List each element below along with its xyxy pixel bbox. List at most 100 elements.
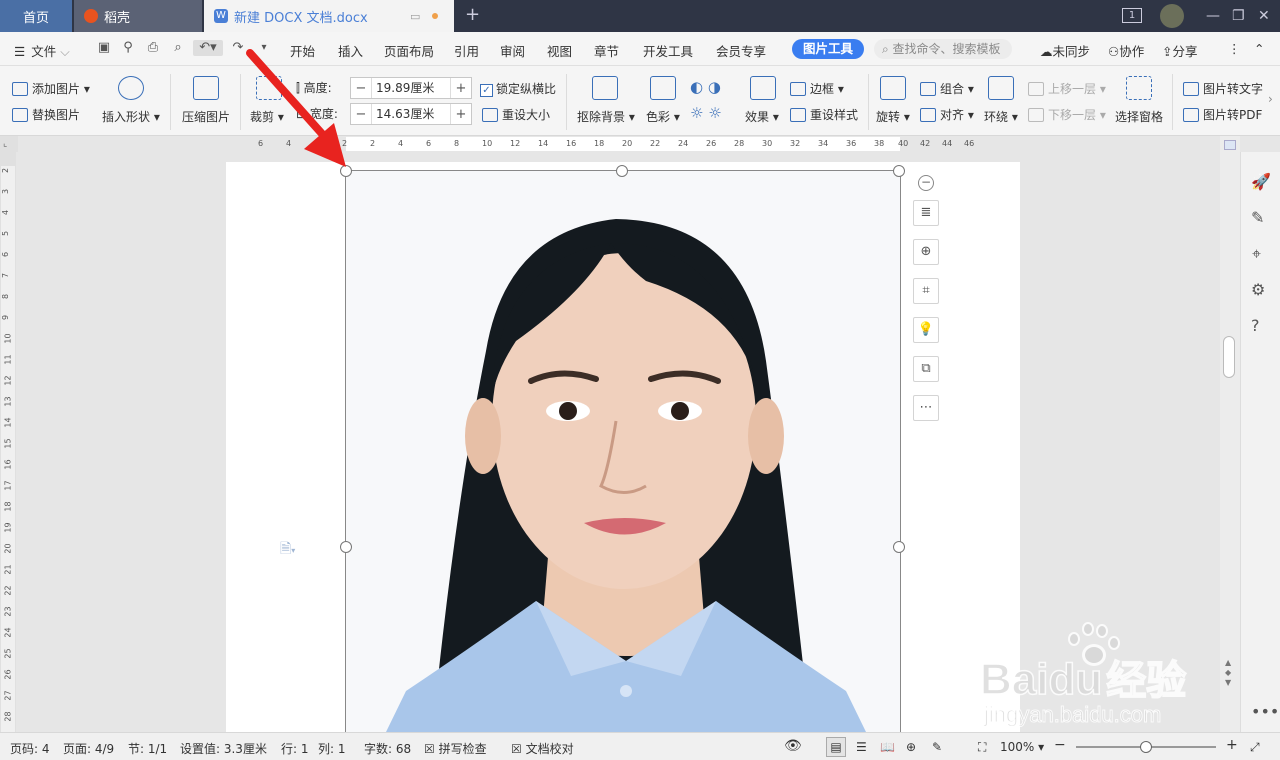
resize-handle-left[interactable] (340, 541, 352, 553)
menu-chapter[interactable]: 章节 (594, 41, 619, 60)
menu-member[interactable]: 会员专享 (716, 41, 766, 60)
tab-document[interactable]: W 新建 DOCX 文档.docx ▭ (204, 0, 454, 32)
paragraph-layout-icon[interactable]: 🗎▾ (280, 538, 295, 562)
reset-size-button[interactable]: 重设大小 (482, 106, 550, 123)
fullscreen-icon[interactable]: ⤢ (1250, 740, 1260, 755)
page-view-icon[interactable]: ▤ (826, 737, 846, 757)
scroll-thumb[interactable] (1223, 336, 1235, 378)
bring-forward-button[interactable]: 上移一层 ▾ (1028, 80, 1106, 97)
settings-sliders-icon[interactable]: ⚙ (1251, 280, 1265, 299)
width-plus-button[interactable]: + (451, 107, 471, 122)
cursor-icon[interactable]: ⌖ (1252, 244, 1261, 264)
outline-view-icon[interactable]: ☰ (856, 740, 867, 754)
search-input[interactable]: ⌕ 查找命令、搜索模板 (874, 39, 1012, 59)
convert-picture-icon[interactable]: ⧉ (913, 356, 939, 382)
print-icon[interactable]: ⎙ (145, 40, 161, 56)
remove-bg-button[interactable]: 抠除背景 ▾ (577, 108, 635, 125)
proofread-button[interactable]: ☒ 文档校对 (511, 740, 574, 757)
write-view-icon[interactable]: ✎ (932, 740, 942, 754)
pen-icon[interactable]: ✎ (1251, 208, 1264, 227)
resize-handle-right[interactable] (893, 541, 905, 553)
share-button[interactable]: ⇪分享 (1162, 41, 1198, 60)
restore-icon[interactable]: ❐ (1232, 8, 1245, 24)
web-view-icon[interactable]: ⊕ (906, 740, 916, 754)
menu-view[interactable]: 视图 (547, 41, 572, 60)
collapse-toolbar-icon[interactable]: − (918, 175, 934, 191)
sync-button[interactable]: ☁未同步 (1040, 41, 1090, 60)
minimize-icon[interactable]: — (1206, 8, 1220, 24)
resize-handle-top-right[interactable] (893, 165, 905, 177)
send-backward-button[interactable]: 下移一层 ▾ (1028, 106, 1106, 123)
print-preview-icon[interactable]: ⌕ (170, 40, 186, 56)
ribbon-scroll-right-icon[interactable]: › (1268, 92, 1273, 106)
lock-ratio-checkbox[interactable]: ✓ 锁定纵横比 (480, 80, 556, 97)
status-setting[interactable]: 设置值: 3.3厘米 (180, 740, 267, 757)
close-icon[interactable]: ✕ (1258, 8, 1270, 24)
new-tab-icon[interactable]: + (465, 4, 480, 25)
vertical-ruler[interactable]: 2 3 4 5 6 7 8 9 10 11 12 13 14 15 16 17 18 19 20 21 22 23 24 25… (0, 152, 16, 732)
wrap-button[interactable]: 环绕 ▾ (984, 108, 1018, 125)
height-plus-button[interactable]: + (451, 81, 471, 96)
insert-shape-button[interactable]: 插入形状 ▾ (102, 108, 160, 125)
save-icon[interactable]: ▣ (96, 40, 112, 56)
status-row[interactable]: 行: 1 (281, 740, 309, 757)
border-button[interactable]: 边框 ▾ (790, 80, 844, 97)
zoom-out-icon[interactable]: − (1054, 737, 1066, 753)
color-button[interactable]: 色彩 ▾ (646, 108, 680, 125)
layout-options-icon[interactable]: ≣ (913, 200, 939, 226)
zoom-dropdown[interactable]: 100% ▾ (1000, 740, 1044, 754)
resize-handle-top[interactable] (616, 165, 628, 177)
undo-icon[interactable]: ↶▾ (193, 40, 223, 56)
collapse-ribbon-icon[interactable]: ⌃ (1254, 41, 1264, 56)
status-page-code[interactable]: 页码: 4 (10, 740, 50, 757)
effects-button[interactable]: 效果 ▾ (745, 108, 779, 125)
zoom-in-icon[interactable]: + (1226, 737, 1238, 753)
fit-page-icon[interactable]: ⛶ (978, 740, 986, 755)
tab-picture-tools[interactable]: 图片工具 (792, 39, 864, 59)
more-options-icon[interactable]: ⋯ (913, 395, 939, 421)
menu-references[interactable]: 引用 (454, 41, 479, 60)
more-vertical-icon[interactable]: ⋮ (1228, 41, 1241, 56)
brightness-up-icon[interactable]: ◐ ◑ (690, 78, 721, 96)
eye-protection-icon[interactable]: 👁 (784, 738, 802, 754)
window-count-icon[interactable]: 1 (1122, 8, 1142, 23)
zoom-picture-icon[interactable]: ⊕ (913, 239, 939, 265)
spellcheck-button[interactable]: ☒ 拼写检查 (424, 740, 487, 757)
crop-tool-icon[interactable]: ⌗ (913, 278, 939, 304)
status-words[interactable]: 字数: 68 (364, 740, 411, 757)
selected-picture[interactable] (345, 170, 901, 733)
scroll-up-icon[interactable] (1224, 140, 1236, 150)
tab-daoke[interactable]: 稻壳 (74, 0, 202, 32)
status-col[interactable]: 列: 1 (318, 740, 346, 757)
align-button[interactable]: 对齐 ▾ (920, 106, 974, 123)
add-picture-button[interactable]: 添加图片 ▾ (12, 80, 90, 97)
file-menu[interactable]: ☰ 文件 ⌵ (14, 41, 70, 60)
height-value[interactable]: 19.89厘米 (371, 78, 451, 98)
smart-suggest-icon[interactable]: 💡 (913, 317, 939, 343)
status-section[interactable]: 节: 1/1 (128, 740, 167, 757)
zoom-slider-thumb[interactable] (1140, 741, 1152, 753)
width-field[interactable]: −14.63厘米 + (350, 103, 472, 125)
pic-to-pdf-button[interactable]: 图片转PDF (1183, 106, 1262, 123)
collab-button[interactable]: ⚇协作 (1108, 41, 1144, 60)
avatar[interactable] (1160, 4, 1184, 28)
rotate-button[interactable]: 旋转 ▾ (876, 108, 910, 125)
menu-page-layout[interactable]: 页面布局 (384, 41, 434, 60)
height-field[interactable]: −19.89厘米 + (350, 77, 472, 99)
horizontal-ruler[interactable]: 6 4 2 2 4 6 8 10 12 14 16 18 20 22 24 26 28 30 32 34 36 38 40 4… (18, 136, 1220, 152)
width-value[interactable]: 14.63厘米 (371, 104, 451, 124)
compress-button[interactable]: 压缩图片 (182, 108, 230, 125)
screen-icon[interactable]: ▭ (410, 10, 420, 23)
contrast-icon[interactable]: ☼ ☼ (690, 104, 722, 122)
ruler-corner-icon[interactable]: ⌞ (0, 136, 18, 152)
rocket-icon[interactable]: 🚀 (1251, 172, 1271, 191)
reset-style-button[interactable]: 重设样式 (790, 106, 858, 123)
tab-home[interactable]: 首页 (0, 0, 72, 32)
format-painter-icon[interactable]: ⚲ (120, 40, 136, 56)
select-pane-button[interactable]: 选择窗格 (1115, 108, 1163, 125)
group-button[interactable]: 组合 ▾ (920, 80, 974, 97)
pic-to-text-button[interactable]: 图片转文字 (1183, 80, 1263, 97)
help-icon[interactable]: ? (1251, 316, 1260, 335)
reading-view-icon[interactable]: 📖 (880, 740, 895, 754)
replace-picture-button[interactable]: 替换图片 (12, 106, 80, 123)
